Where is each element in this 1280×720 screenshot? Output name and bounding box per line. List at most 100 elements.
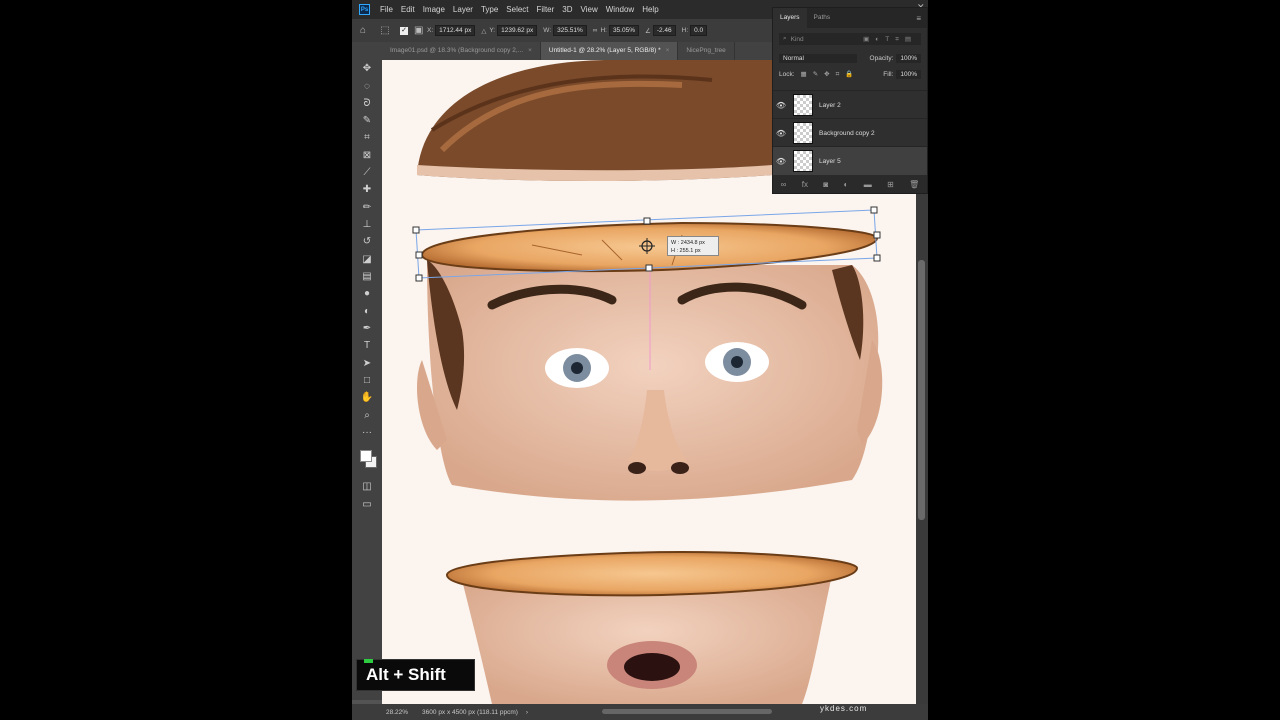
new-group-icon[interactable]: ▬ xyxy=(864,180,872,189)
layer-name: Layer 2 xyxy=(819,101,841,109)
crop-tool-icon[interactable]: ⌗ xyxy=(360,131,374,145)
h-label: H: xyxy=(600,27,607,34)
type-tool-icon[interactable]: T xyxy=(360,339,374,353)
layer-row-layer-2[interactable]: 👁 Layer 2 xyxy=(773,90,927,119)
lock-icons[interactable]: ▦✎✥⌗🔒 xyxy=(801,70,860,79)
fx-icon[interactable]: fx xyxy=(802,180,808,189)
h-skew-field[interactable]: 0.0 xyxy=(690,25,708,36)
frame-tool-icon[interactable]: ⊠ xyxy=(360,149,374,163)
menu-help[interactable]: Help xyxy=(638,5,662,14)
shortcut-overlay: Alt + Shift xyxy=(356,659,475,691)
readout-width: W : 2434.8 px xyxy=(671,240,705,246)
healing-brush-tool-icon[interactable]: ✚ xyxy=(360,183,374,197)
hand-tool-icon[interactable]: ✋ xyxy=(360,391,374,405)
reference-point-icon[interactable]: ▣ xyxy=(414,25,423,37)
chevron-right-icon[interactable]: › xyxy=(526,709,528,716)
menu-view[interactable]: View xyxy=(577,5,602,14)
menu-file[interactable]: File xyxy=(376,5,397,14)
transform-readout-tooltip: W : 2434.8 px H : 255.1 px xyxy=(667,236,719,256)
width-field[interactable]: 325.51% xyxy=(553,25,587,36)
visibility-eye-icon[interactable]: 👁 xyxy=(773,157,789,166)
home-icon[interactable]: ⌂ xyxy=(357,25,369,37)
close-icon[interactable]: × xyxy=(666,47,670,54)
tab-untitled-1[interactable]: Untitled-1 @ 28.2% (Layer 5, RGB/8) * × xyxy=(540,42,679,60)
panel-menu-icon[interactable]: ≡ xyxy=(916,14,921,23)
screen-mode-icon[interactable]: ▭ xyxy=(360,498,374,512)
layers-panel: Layers Paths ≡ ⌕ Kind ▣◐T⌗▤ Normal Opaci… xyxy=(772,7,928,194)
new-layer-icon[interactable]: ⊞ xyxy=(887,180,894,189)
rectangle-tool-icon[interactable]: □ xyxy=(360,374,374,388)
menu-layer[interactable]: Layer xyxy=(449,5,477,14)
opacity-field[interactable]: 100% xyxy=(896,53,921,63)
move-tool-icon[interactable]: ✥ xyxy=(360,62,374,76)
layer-row-background-copy-2[interactable]: 👁 Background copy 2 xyxy=(773,118,927,147)
blend-opacity-row: Normal Opacity: 100% xyxy=(779,50,921,66)
y-field[interactable]: 1239.62 px xyxy=(497,25,538,36)
clone-stamp-tool-icon[interactable]: ⊥ xyxy=(360,218,374,232)
tools-panel: ✥ ◌ ᘐ ✎ ⌗ ⊠ ⟋ ✚ ✏ ⊥ ↺ ◪ ▤ ● ◐ ✒ T ➤ □ ✋ … xyxy=(352,42,383,700)
more-tools-icon[interactable]: ··· xyxy=(360,426,374,440)
watermark: ykdes.com xyxy=(820,704,868,713)
link-icon[interactable]: ∞ xyxy=(593,27,598,34)
link-layers-icon[interactable]: ∞ xyxy=(781,180,787,189)
menu-type[interactable]: Type xyxy=(477,5,502,14)
menu-image[interactable]: Image xyxy=(419,5,449,14)
angle-field[interactable]: -2.46 xyxy=(652,25,676,36)
readout-height: H : 255.1 px xyxy=(671,248,701,254)
fill-field[interactable]: 100% xyxy=(896,69,921,79)
x-label: X: xyxy=(427,27,434,34)
document-info[interactable]: 3600 px x 4500 px (118.11 ppcm) xyxy=(422,709,518,716)
shortcut-indicator xyxy=(364,659,373,663)
brush-tool-icon[interactable]: ✏ xyxy=(360,201,374,215)
zoom-level[interactable]: 28.22% xyxy=(386,709,408,716)
dodge-tool-icon[interactable]: ◐ xyxy=(360,305,374,319)
history-brush-tool-icon[interactable]: ↺ xyxy=(360,235,374,249)
lasso-tool-icon[interactable]: ᘐ xyxy=(360,97,374,111)
visibility-eye-icon[interactable]: 👁 xyxy=(773,129,789,138)
delta-icon: △ xyxy=(481,27,487,35)
close-icon[interactable]: × xyxy=(528,47,532,54)
zoom-tool-icon[interactable]: ⌕ xyxy=(360,409,374,423)
tab-label: NicePng_tree xyxy=(686,47,726,54)
adjustment-layer-icon[interactable]: ◐ xyxy=(844,180,849,189)
tab-image01[interactable]: Image01.psd @ 18.3% (Background copy 2,.… xyxy=(382,42,541,60)
menu-select[interactable]: Select xyxy=(502,5,532,14)
filter-type-icons[interactable]: ▣◐T⌗▤ xyxy=(863,35,917,44)
add-mask-icon[interactable]: ◙ xyxy=(823,180,828,189)
delete-layer-icon[interactable]: 🗑 xyxy=(909,180,919,189)
height-field[interactable]: 35.05% xyxy=(608,25,639,36)
tab-layers[interactable]: Layers xyxy=(773,8,807,28)
photoshop-logo-icon: Ps xyxy=(359,4,370,15)
tab-nicepng[interactable]: NicePng_tree xyxy=(678,42,735,60)
path-select-tool-icon[interactable]: ➤ xyxy=(360,357,374,371)
horizontal-scrollbar[interactable] xyxy=(602,709,772,714)
menu-filter[interactable]: Filter xyxy=(533,5,559,14)
tab-paths[interactable]: Paths xyxy=(807,8,838,28)
layer-thumbnail xyxy=(793,122,813,144)
transform-tool-icon[interactable]: ⬚ xyxy=(379,25,391,37)
blur-tool-icon[interactable]: ● xyxy=(360,287,374,301)
quick-select-tool-icon[interactable]: ✎ xyxy=(360,114,374,128)
visibility-eye-icon[interactable]: 👁 xyxy=(773,101,789,110)
foreground-color-swatch[interactable] xyxy=(360,450,372,462)
wood-slice-selected[interactable] xyxy=(420,221,879,273)
layer-name: Layer 5 xyxy=(819,157,841,165)
eraser-tool-icon[interactable]: ◪ xyxy=(360,253,374,267)
eyedropper-tool-icon[interactable]: ⟋ xyxy=(360,166,374,180)
lock-label: Lock: xyxy=(779,70,795,78)
layer-filter[interactable]: ⌕ Kind ▣◐T⌗▤ xyxy=(779,33,921,45)
blend-mode-select[interactable]: Normal xyxy=(779,53,857,63)
x-field[interactable]: 1712.44 px xyxy=(435,25,476,36)
menu-edit[interactable]: Edit xyxy=(397,5,419,14)
quick-mask-icon[interactable]: ◫ xyxy=(360,480,374,494)
gradient-tool-icon[interactable]: ▤ xyxy=(360,270,374,284)
pen-tool-icon[interactable]: ✒ xyxy=(360,322,374,336)
marquee-tool-icon[interactable]: ◌ xyxy=(360,80,374,94)
layer-row-layer-5[interactable]: 👁 Layer 5 xyxy=(773,146,927,175)
reference-point-checkbox[interactable]: ✓ xyxy=(400,26,408,35)
menu-window[interactable]: Window xyxy=(602,5,638,14)
scrollbar-thumb[interactable] xyxy=(918,260,925,520)
tab-label: Untitled-1 @ 28.2% (Layer 5, RGB/8) * xyxy=(548,47,661,54)
menu-3d[interactable]: 3D xyxy=(558,5,576,14)
layers-footer: ∞ fx ◙ ◐ ▬ ⊞ 🗑 xyxy=(773,175,927,193)
